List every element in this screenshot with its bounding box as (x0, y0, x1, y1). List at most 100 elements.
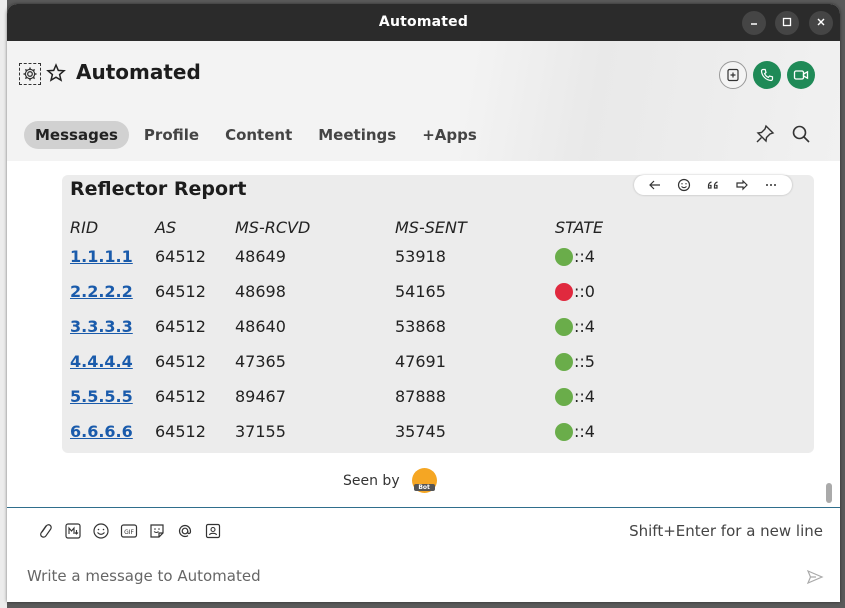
state-cell: ::4 (555, 239, 675, 274)
message-actions (634, 175, 792, 195)
add-app-button[interactable] (719, 61, 747, 89)
composer: GIF Shift+Enter for a new line (7, 507, 840, 602)
sticker-button[interactable] (147, 521, 167, 541)
rid-link[interactable]: 4.4.4.4 (70, 352, 133, 371)
minimize-button[interactable] (742, 11, 766, 35)
report-title: Reflector Report (70, 178, 247, 200)
ms-rcvd-cell: 47365 (235, 352, 286, 371)
emoji-button[interactable] (91, 521, 111, 541)
svg-text:GIF: GIF (124, 529, 134, 536)
table-row: 4.4.4.4 64512 47365 47691::5 (70, 344, 675, 379)
video-call-button[interactable] (787, 61, 815, 89)
message-input[interactable] (27, 564, 787, 588)
as-cell: 64512 (155, 422, 206, 441)
status-dot-icon (555, 318, 573, 337)
add-app-icon (727, 68, 739, 82)
contact-card-button[interactable] (203, 521, 223, 541)
rid-link[interactable]: 2.2.2.2 (70, 282, 133, 301)
state-value: ::4 (574, 246, 595, 266)
more-options-button[interactable] (763, 177, 779, 193)
ms-rcvd-cell: 48698 (235, 282, 286, 301)
status-dot-icon (555, 423, 573, 442)
rid-link[interactable]: 3.3.3.3 (70, 317, 133, 336)
status-dot-icon (555, 353, 573, 372)
state-value: ::0 (574, 281, 595, 301)
smiley-icon (677, 178, 690, 192)
as-cell: 64512 (155, 282, 206, 301)
column-header: MS-SENT (395, 217, 467, 237)
tab-messages[interactable]: Messages (24, 121, 129, 149)
message-list: Reflector Report RID AS MS-RCVD MS-SENT … (7, 161, 840, 507)
react-button[interactable] (676, 177, 692, 193)
rid-cell: 2.2.2.2 (70, 274, 155, 309)
paperclip-icon (40, 524, 52, 538)
tab-profile[interactable]: Profile (133, 121, 210, 149)
rid-link[interactable]: 1.1.1.1 (70, 247, 133, 266)
column-header: MS-RCVD (235, 217, 311, 237)
status-dot-icon (555, 248, 573, 267)
title-bar: Automated (7, 4, 840, 41)
star-icon[interactable] (46, 63, 66, 83)
as-cell: 64512 (155, 387, 206, 406)
ms-sent-cell: 54165 (395, 282, 446, 301)
reply-button[interactable] (647, 177, 663, 193)
table-row: 1.1.1.1 64512 48649 53918::4 (70, 239, 675, 274)
rid-cell: 1.1.1.1 (70, 239, 155, 274)
at-sign-icon (178, 524, 192, 538)
audio-call-button[interactable] (753, 61, 781, 89)
ms-sent-cell: 87888 (395, 387, 446, 406)
attach-button[interactable] (35, 521, 55, 541)
tab-bar: Messages Profile Content Meetings +Apps (24, 121, 492, 149)
quote-button[interactable] (705, 177, 721, 193)
state-value: ::4 (574, 421, 595, 441)
message-card: Reflector Report RID AS MS-RCVD MS-SENT … (62, 175, 814, 453)
quote-icon (707, 181, 718, 189)
composer-toolbar: GIF (35, 521, 231, 541)
state-cell: ::4 (555, 379, 675, 414)
tab-meetings[interactable]: Meetings (307, 121, 407, 149)
mention-button[interactable] (175, 521, 195, 541)
table-row: 3.3.3.3 64512 48640 53868::4 (70, 309, 675, 344)
gear-icon (23, 67, 37, 81)
tab-apps[interactable]: +Apps (411, 121, 488, 149)
tab-content[interactable]: Content (214, 121, 303, 149)
rid-link[interactable]: 5.5.5.5 (70, 387, 133, 406)
state-cell: ::0 (555, 274, 675, 309)
ms-sent-cell: 35745 (395, 422, 446, 441)
markdown-button[interactable] (63, 521, 83, 541)
markdown-icon (65, 523, 81, 539)
forward-button[interactable] (734, 177, 750, 193)
sticker-icon (150, 524, 164, 538)
status-dot-icon (555, 283, 573, 302)
maximize-button[interactable] (775, 11, 799, 35)
gif-button[interactable]: GIF (119, 521, 139, 541)
scrollbar[interactable] (826, 483, 832, 503)
chat-header: Automated Messages Profile Content Meeti… (7, 41, 840, 161)
ms-rcvd-cell: 48649 (235, 247, 286, 266)
new-line-hint: Shift+Enter for a new line (629, 522, 823, 540)
table-header-row: RID AS MS-RCVD MS-SENT STATE (70, 215, 675, 239)
search-icon[interactable] (790, 123, 812, 145)
pin-icon[interactable] (754, 123, 776, 145)
chat-window: Automated Automated Messages Profile Con… (7, 4, 840, 602)
send-icon[interactable] (806, 568, 824, 586)
rid-link[interactable]: 6.6.6.6 (70, 422, 133, 441)
state-cell: ::5 (555, 344, 675, 379)
phone-icon (760, 68, 774, 82)
ms-sent-cell: 53868 (395, 317, 446, 336)
more-icon (766, 184, 777, 186)
avatar-label: Bot (413, 484, 435, 491)
ms-sent-cell: 53918 (395, 247, 446, 266)
table-row: 5.5.5.5 64512 89467 87888::4 (70, 379, 675, 414)
rid-cell: 4.4.4.4 (70, 344, 155, 379)
avatar[interactable]: Bot (411, 468, 437, 493)
emoji-icon (93, 523, 109, 539)
as-cell: 64512 (155, 352, 206, 371)
rid-cell: 5.5.5.5 (70, 379, 155, 414)
table-row: 6.6.6.6 64512 37155 35745::4 (70, 414, 675, 449)
close-button[interactable] (809, 11, 833, 35)
close-icon (817, 18, 825, 26)
status-dot-icon (555, 388, 573, 407)
seen-by: Seen by Bot (343, 468, 437, 493)
settings-button[interactable] (19, 63, 41, 85)
